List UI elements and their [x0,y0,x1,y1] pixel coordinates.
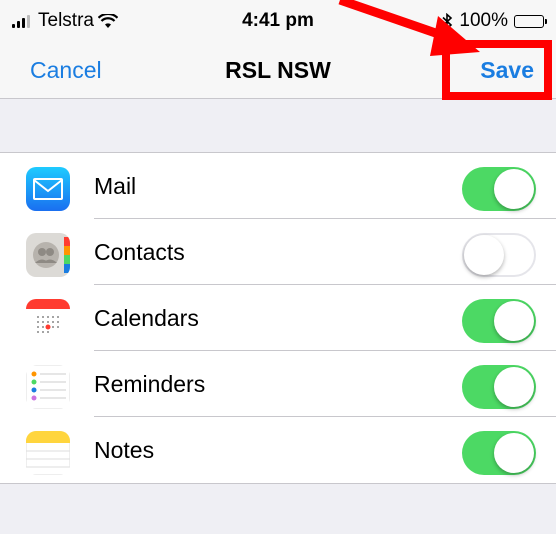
notes-toggle[interactable] [462,431,536,475]
notes-icon [26,431,70,475]
list-item-reminders: Reminders [0,351,556,417]
annotation-arrow-icon [338,0,480,56]
mail-toggle[interactable] [462,167,536,211]
contacts-toggle[interactable] [462,233,536,277]
calendar-icon [26,299,70,343]
item-label: Reminders [94,371,206,397]
item-label: Notes [94,437,155,463]
contacts-icon [26,233,70,277]
mail-icon [26,167,70,211]
list-item-notes: Notes [0,417,556,483]
calendars-toggle[interactable] [462,299,536,343]
list-item-calendars: Calendars [0,285,556,351]
item-label: Contacts [94,239,185,265]
list-item-mail: Mail [0,153,556,219]
sync-list: Mail Contacts Calendars Reminders Notes [0,152,556,484]
item-label: Mail [94,173,137,199]
battery-icon [514,14,547,28]
item-label: Calendars [94,305,199,331]
reminders-icon [26,365,70,409]
list-item-contacts: Contacts [0,219,556,285]
reminders-toggle[interactable] [462,365,536,409]
